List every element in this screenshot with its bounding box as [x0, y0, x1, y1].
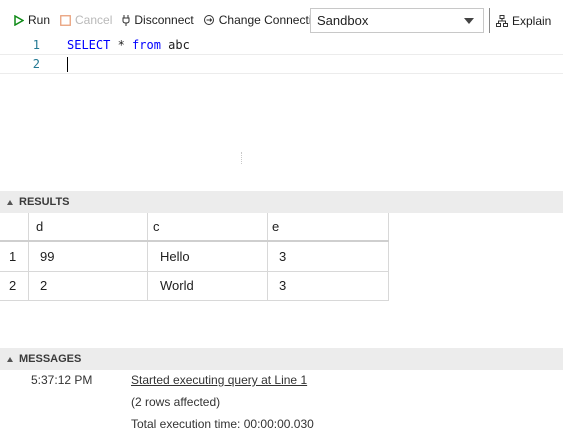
- column-header[interactable]: d: [29, 213, 148, 240]
- run-label: Run: [28, 13, 51, 27]
- code-text: SELECT * from abc: [67, 36, 190, 55]
- change-connection-label: Change Connection: [218, 13, 325, 27]
- connection-select-value: Sandbox: [317, 13, 369, 28]
- results-header[interactable]: RESULTS: [0, 191, 563, 213]
- table-cell[interactable]: 2: [29, 271, 148, 300]
- table-cell[interactable]: World: [148, 271, 268, 300]
- line-number: 2: [32, 57, 40, 71]
- explain-tree-icon: [496, 14, 508, 27]
- explain-label: Explain: [512, 13, 552, 28]
- message-text: (2 rows affected): [131, 395, 221, 409]
- keyword-token: SELECT: [67, 38, 111, 52]
- table-row[interactable]: 2 2 World 3: [0, 271, 389, 301]
- cancel-label: Cancel: [75, 13, 113, 27]
- line-number: 1: [32, 38, 40, 52]
- message-link[interactable]: Started executing query at Line 1: [131, 373, 307, 387]
- disconnect-label: Disconnect: [134, 13, 194, 27]
- cancel-button[interactable]: Cancel: [60, 8, 112, 32]
- change-connection-button[interactable]: Change Connection: [203, 8, 325, 32]
- chevron-down-icon: [464, 18, 474, 24]
- table-row[interactable]: 1 99 Hello 3: [0, 242, 389, 272]
- row-index: 2: [0, 271, 29, 300]
- run-button[interactable]: Run: [14, 8, 50, 32]
- play-icon: [14, 14, 24, 26]
- resize-hint: [241, 152, 243, 164]
- connection-select[interactable]: Sandbox: [310, 8, 484, 33]
- row-index-header: [0, 213, 29, 240]
- message-text: Total execution time: 00:00:00.030: [131, 417, 314, 431]
- stop-icon: [60, 14, 71, 26]
- table-cell[interactable]: Hello: [148, 242, 268, 271]
- results-title: RESULTS: [19, 196, 70, 208]
- disconnect-button[interactable]: Disconnect: [122, 8, 194, 32]
- row-index: 1: [0, 242, 29, 271]
- table-cell[interactable]: 3: [268, 271, 389, 300]
- toolbar-divider: [489, 8, 490, 33]
- table-cell[interactable]: 3: [268, 242, 389, 271]
- editor-line-current: 2: [0, 54, 563, 74]
- explain-button[interactable]: Explain: [496, 8, 551, 33]
- grid-header-row: d c e: [0, 213, 389, 242]
- plain-token: *: [110, 38, 133, 52]
- toolbar: Run Cancel Disconnect Change Connection …: [0, 0, 563, 40]
- collapse-triangle-icon: [7, 199, 13, 205]
- messages-title: MESSAGES: [19, 353, 82, 365]
- sql-editor[interactable]: 1 SELECT * from abc 2: [0, 36, 563, 186]
- message-timestamp: 5:37:12 PM: [31, 373, 93, 387]
- plain-token: abc: [160, 38, 190, 52]
- table-cell[interactable]: 99: [29, 242, 148, 271]
- collapse-triangle-icon: [7, 356, 13, 362]
- messages-header[interactable]: MESSAGES: [0, 348, 563, 370]
- editor-line: 1 SELECT * from abc: [0, 36, 563, 55]
- column-header[interactable]: c: [148, 213, 268, 240]
- keyword-token: from: [132, 38, 161, 52]
- column-header[interactable]: e: [268, 213, 389, 240]
- query-editor-window: Run Cancel Disconnect Change Connection …: [0, 0, 563, 441]
- text-cursor: [67, 57, 68, 72]
- link-icon: [203, 14, 215, 26]
- plug-icon: [122, 14, 130, 27]
